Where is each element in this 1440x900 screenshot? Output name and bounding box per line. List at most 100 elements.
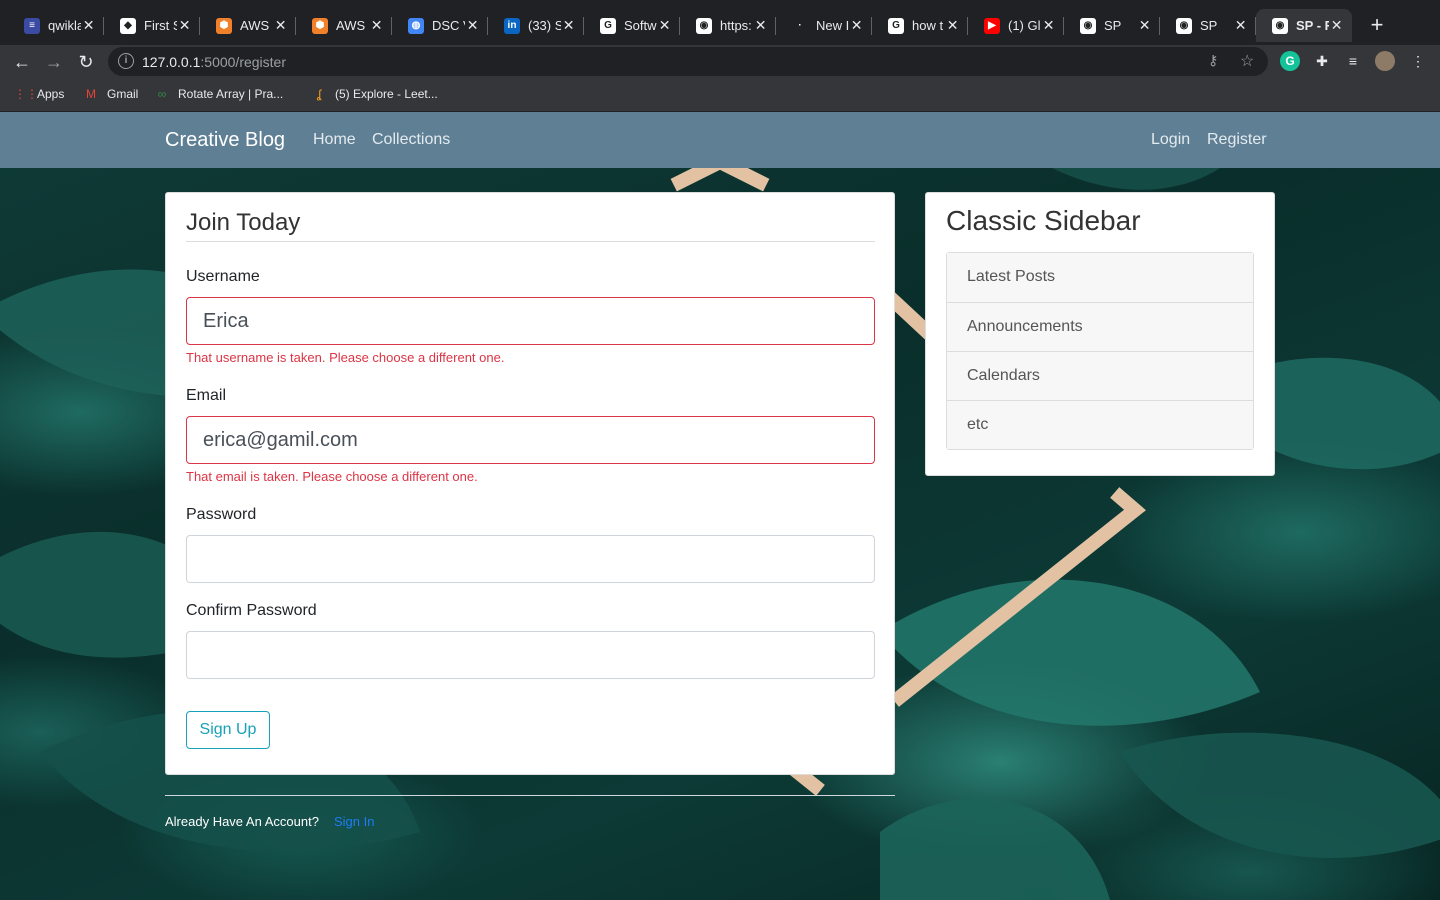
browser-tab[interactable]: ◉ https: ✕ [680,9,776,42]
kebab-menu-icon[interactable]: ⋮ [1408,51,1428,71]
browser-tab[interactable]: in (33) S ✕ [488,9,584,42]
profile-avatar[interactable] [1375,51,1395,71]
bookmark-item[interactable]: ∞ Rotate Array | Pra... [155,87,283,101]
media-control-icon[interactable]: ≡ [1343,51,1363,71]
nav-register-link[interactable]: Register [1207,131,1267,149]
forward-arrow-icon[interactable]: → [42,50,66,74]
confirm-password-input[interactable] [186,631,875,679]
browser-tab[interactable]: Ghow t ✕ [872,9,968,42]
browser-tab[interactable]: ▶ (1) Gl ✕ [968,9,1064,42]
browser-tab[interactable]: ≡ qwikla ✕ [8,9,104,42]
gmail-icon: M [86,87,96,101]
qwiklabs-icon: ≡ [24,17,40,34]
address-url[interactable]: 127.0.0.1:5000/register [142,54,286,70]
browser-tab[interactable]: · New I ✕ [776,9,872,42]
globe-icon: ◉ [1272,17,1288,34]
sidebar-item-announcements[interactable]: Announcements [947,302,1253,351]
close-tab-icon[interactable]: ✕ [849,17,864,34]
close-tab-icon[interactable]: ✕ [81,17,96,34]
browser-tab[interactable]: G Softw ✕ [584,9,680,42]
close-tab-icon[interactable]: ✕ [273,17,288,34]
page-viewport: Creative Blog Home Collections Login Reg… [0,112,1440,900]
brand-link[interactable]: Creative Blog [165,129,285,152]
browser-tab-strip: ≡qwikla✕◆First S✕⬢AWS✕⬢AWS✕◍DSC V✕in(33)… [0,0,1440,45]
close-tab-icon[interactable]: ✕ [657,17,672,34]
nav-home-link[interactable]: Home [313,131,356,149]
password-label: Password [186,506,257,523]
close-tab-icon[interactable]: ✕ [369,17,384,34]
email-input[interactable]: erica@gamil.com [186,416,875,464]
browser-tab[interactable]: ⬢ AWS ✕ [296,9,392,42]
bookmark-label: (5) Explore - Leet... [335,87,438,101]
tab-title: Softw [624,18,657,33]
back-arrow-icon[interactable]: ← [10,50,34,74]
new-tab-plus-icon[interactable]: + [1366,14,1388,36]
browser-tab[interactable]: ◆ First S ✕ [104,9,200,42]
email-label: Email [186,387,227,404]
bookmark-label: Apps [37,87,65,101]
email-error: That email is taken. Please choose a dif… [186,469,478,484]
bookmark-item[interactable]: ʆ (5) Explore - Leet... [312,87,438,101]
tab-title: how t [912,18,944,33]
sign-in-link[interactable]: Sign In [334,814,374,829]
bookmark-item[interactable]: ⋮⋮ Apps [14,87,64,101]
browser-tab[interactable]: ⬢ AWS ✕ [200,9,296,42]
tab-title: SP [1104,18,1122,33]
address-bar[interactable]: i 127.0.0.1:5000/register ⚷ ☆ [108,47,1268,76]
reload-icon[interactable]: ↻ [74,50,98,74]
password-key-icon[interactable]: ⚷ [1208,52,1218,69]
browser-tab[interactable]: ◍ DSC V✕ [392,9,488,42]
password-input[interactable] [186,535,875,583]
sidebar-list: Latest Posts Announcements Calendars etc [946,252,1254,450]
nav-collections-link[interactable]: Collections [372,131,450,149]
close-tab-icon[interactable]: ✕ [561,17,576,34]
bookmark-label: Rotate Array | Pra... [178,87,284,101]
browser-tab[interactable]: ◉ SP - F ✕ [1256,9,1352,42]
sign-up-button[interactable]: Sign Up [186,711,270,749]
bookmark-item[interactable]: M Gmail [84,87,138,101]
first-app-icon: ◆ [120,17,136,34]
linkedin-icon: in [504,17,520,34]
sidebar-title: Classic Sidebar [946,205,1141,236]
bookmark-star-icon[interactable]: ☆ [1240,51,1254,71]
tab-title: AWS [336,18,366,33]
sidebar-card: Classic Sidebar Latest Posts Announcemen… [925,192,1275,476]
footer-divider [165,795,895,796]
tab-title: https: [720,18,752,33]
youtube-icon: ▶ [984,17,1000,34]
close-tab-icon[interactable]: ✕ [1137,17,1152,34]
close-tab-icon[interactable]: ✕ [177,17,192,34]
sidebar-item-calendars[interactable]: Calendars [947,351,1253,400]
close-tab-icon[interactable]: ✕ [465,17,480,34]
new-tab-icon: · [792,17,808,34]
url-host: 127.0.0.1 [142,54,201,70]
username-input[interactable]: Erica [186,297,875,345]
globe-icon: ◉ [1080,17,1096,34]
username-error: That username is taken. Please choose a … [186,350,505,365]
nav-login-link[interactable]: Login [1151,131,1190,149]
aws-icon: ⬢ [216,17,232,34]
close-tab-icon[interactable]: ✕ [1329,17,1344,34]
close-tab-icon[interactable]: ✕ [1233,17,1248,34]
extensions-puzzle-icon[interactable]: ✚ [1312,51,1332,71]
tab-title: SP - F [1296,18,1330,33]
confirm-password-label: Confirm Password [186,602,317,619]
bookmark-label: Gmail [107,87,139,101]
close-tab-icon[interactable]: ✕ [1041,17,1056,34]
sidebar-item-latest-posts[interactable]: Latest Posts [947,253,1253,302]
globe-icon: ◉ [1176,17,1192,34]
google-icon: G [600,17,616,34]
bookmarks-bar: ⋮⋮ Apps M Gmail ∞ Rotate Array | Pra... ʆ (5) E… [0,78,1440,112]
register-form-card: Join Today Username Erica That username … [165,192,895,775]
tab-title: (1) Gl [1008,18,1041,33]
close-tab-icon[interactable]: ✕ [945,17,960,34]
site-info-icon[interactable]: i [118,53,134,69]
dsc-icon: ◍ [408,17,424,34]
browser-tab[interactable]: ◉ SP ✕ [1064,9,1160,42]
footer-text: Already Have An Account? [165,814,319,829]
grammarly-extension-icon[interactable]: G [1280,51,1300,71]
close-tab-icon[interactable]: ✕ [753,17,768,34]
browser-tab[interactable]: ◉ SP ✕ [1160,9,1256,42]
globe-icon: ◉ [696,17,712,34]
sidebar-item-etc[interactable]: etc [947,400,1253,449]
